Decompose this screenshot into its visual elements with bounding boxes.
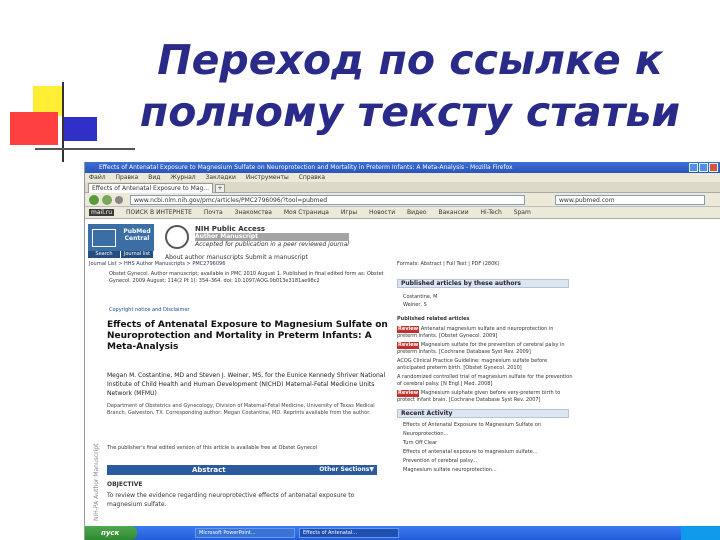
nih-banner: NIH Public Access Author Manuscript Acce… <box>165 225 415 257</box>
task-firefox[interactable]: Effects of Antenatal... <box>299 528 399 538</box>
tab-article[interactable]: Effects of Antenatal Exposure to Mag... <box>88 183 213 193</box>
nih-sub2: Accepted for publication in a peer revie… <box>195 241 349 248</box>
objective-text: To review the evidence regarding neuropr… <box>107 492 355 508</box>
related-list: Review Antenatal magnesium sulfate and n… <box>397 326 573 406</box>
related-item[interactable]: Review Magnesium sulphate given before v… <box>397 390 573 404</box>
menu-bar: Файл Правка Вид Журнал Закладки Инструме… <box>85 173 720 182</box>
address-input[interactable]: www.ncbi.nlm.nih.gov/pmc/articles/PMC279… <box>130 195 525 205</box>
bookmark-news[interactable]: Новости <box>369 209 395 216</box>
activity-controls[interactable]: Turn Off Clear <box>403 439 573 448</box>
bookmark-dating[interactable]: Знакомства <box>235 209 272 216</box>
system-tray <box>681 526 720 540</box>
bookmark-search[interactable]: ПОИСК В ИНТЕРНЕТЕ <box>126 209 192 216</box>
bookmark-mailru[interactable]: mail.ru <box>89 209 115 216</box>
nih-title: NIH Public Access <box>195 225 266 233</box>
published-by-authors-header[interactable]: Published articles by these authors <box>397 279 569 288</box>
slide-title: Переход по ссылке к полному тексту стать… <box>139 36 681 136</box>
bookmark-spam[interactable]: Spam <box>514 209 531 216</box>
window-titlebar: Effects of Antenatal Exposure to Magnesi… <box>85 162 720 173</box>
nav-bar: www.ncbi.nlm.nih.gov/pmc/articles/PMC279… <box>85 193 720 207</box>
nih-sub1: Author Manuscript <box>195 233 349 241</box>
abstract-label: Abstract <box>192 466 226 474</box>
menu-history[interactable]: Журнал <box>170 174 195 181</box>
search-input[interactable]: www.pubmed.com <box>555 195 705 205</box>
decor-horizontal-line <box>35 148 135 150</box>
abstract-bar: Abstract Other Sections▼ <box>107 465 377 475</box>
pmc-logo-text: PubMed Central <box>123 228 151 242</box>
window-title: Effects of Antenatal Exposure to Magnesi… <box>99 164 513 171</box>
pmc-journal-list-tab[interactable]: Journal list <box>121 251 154 258</box>
related-item[interactable]: Review Antenatal magnesium sulfate and n… <box>397 326 573 340</box>
related-text: Magnesium sulfate for the prevention of … <box>397 342 565 355</box>
menu-bookmarks[interactable]: Закладки <box>206 174 236 181</box>
related-text: Antenatal magnesium sulfate and neuropro… <box>397 326 554 339</box>
bookmark-games[interactable]: Игры <box>341 209 357 216</box>
bookmark-video[interactable]: Видео <box>407 209 427 216</box>
citation: Obstet Gynecol. Author manuscript; avail… <box>109 271 384 284</box>
authors-list: Costantine, M Weiner, S <box>403 293 573 309</box>
affiliation: Department of Obstetrics and Gynecology,… <box>107 403 375 416</box>
menu-edit[interactable]: Правка <box>116 174 139 181</box>
article-title: Effects of Antenatal Exposure to Magnesi… <box>107 320 388 352</box>
pmc-search-tab[interactable]: Search <box>88 251 121 258</box>
author-link[interactable]: Weiner, S <box>403 301 573 309</box>
bookmark-jobs[interactable]: Вакансии <box>438 209 468 216</box>
authors: Megan M. Costantine, MD and Steven J. We… <box>107 372 386 397</box>
minimize-icon[interactable] <box>689 163 698 172</box>
activity-item[interactable]: Effects of antenatal exposure to magnesi… <box>403 448 573 457</box>
maximize-icon[interactable] <box>699 163 708 172</box>
menu-file[interactable]: Файл <box>89 174 106 181</box>
bookmarks-bar: mail.ru ПОИСК В ИНТЕРНЕТЕ Почта Знакомст… <box>85 207 720 219</box>
objective-heading: OBJECTIVE <box>107 481 143 488</box>
task-powerpoint[interactable]: Microsoft PowerPoint... <box>195 528 295 538</box>
activity-item[interactable]: Prevention of cerebral palsy... <box>403 457 573 466</box>
browser-screenshot: Effects of Antenatal Exposure to Magnesi… <box>84 162 720 540</box>
bookmark-hitech[interactable]: Hi-Tech <box>481 209 502 216</box>
activity-item[interactable]: Effects of Antenatal Exposure to Magnesi… <box>403 421 573 439</box>
menu-help[interactable]: Справка <box>299 174 325 181</box>
nih-seal-icon <box>165 225 189 249</box>
forward-icon[interactable] <box>102 195 112 205</box>
recent-activity-list: Effects of Antenatal Exposure to Magnesi… <box>403 421 573 475</box>
taskbar: пуск Microsoft PowerPoint... Effects of … <box>85 526 720 540</box>
menu-tools[interactable]: Инструменты <box>246 174 289 181</box>
formats-links[interactable]: Formats: Abstract | Full Text | PDF (280… <box>397 261 500 267</box>
vertical-label: NIH-PA Author Manuscript <box>93 443 100 521</box>
review-badge: Review <box>397 342 420 349</box>
related-item[interactable]: A randomized controlled trial of magnesi… <box>397 374 573 388</box>
decor-vertical-line <box>62 82 64 162</box>
pmc-tabs: Search Journal list <box>88 251 154 258</box>
decor-red-square <box>10 112 58 145</box>
review-badge: Review <box>397 390 420 397</box>
related-text: ACOG Clinical Practice Guideline: magnes… <box>397 358 548 371</box>
start-button[interactable]: пуск <box>85 526 137 540</box>
menu-view[interactable]: Вид <box>148 174 160 181</box>
copyright-link[interactable]: Copyright notice and Disclaimer <box>109 307 389 314</box>
recent-activity-header[interactable]: Recent Activity <box>397 409 569 418</box>
page-content: PubMed Central Search Journal list NIH P… <box>85 221 720 524</box>
pmc-building-icon <box>92 229 116 247</box>
review-badge: Review <box>397 326 420 333</box>
related-header: Published related articles <box>397 316 470 322</box>
tab-strip: Effects of Antenatal Exposure to Mag... … <box>85 182 720 193</box>
other-sections-dropdown[interactable]: Other Sections▼ <box>319 465 374 475</box>
related-item[interactable]: Review Magnesium sulfate for the prevent… <box>397 342 573 356</box>
close-icon[interactable] <box>709 163 718 172</box>
nih-text: NIH Public Access Author Manuscript Acce… <box>195 225 349 249</box>
bookmark-mypage[interactable]: Моя Страница <box>284 209 329 216</box>
related-text: Magnesium sulphate given before very-pre… <box>397 390 561 403</box>
slide: Переход по ссылке к полному тексту стать… <box>0 0 720 540</box>
activity-item[interactable]: Magnesium sulfate neuroprotection... <box>403 466 573 475</box>
related-text: A randomized controlled trial of magnesi… <box>397 374 573 387</box>
nih-menu[interactable]: About author manuscripts Submit a manusc… <box>165 254 415 261</box>
new-tab-icon[interactable]: + <box>215 184 225 193</box>
breadcrumb[interactable]: Journal List > HHS Author Manuscripts > … <box>89 261 389 267</box>
author-link[interactable]: Costantine, M <box>403 293 573 301</box>
bookmark-mail[interactable]: Почта <box>204 209 223 216</box>
back-icon[interactable] <box>89 195 99 205</box>
related-item[interactable]: ACOG Clinical Practice Guideline: magnes… <box>397 358 573 372</box>
publisher-note[interactable]: The publisher's final edited version of … <box>107 445 387 451</box>
decor-blue-square <box>62 117 97 141</box>
reload-icon[interactable] <box>115 196 123 204</box>
